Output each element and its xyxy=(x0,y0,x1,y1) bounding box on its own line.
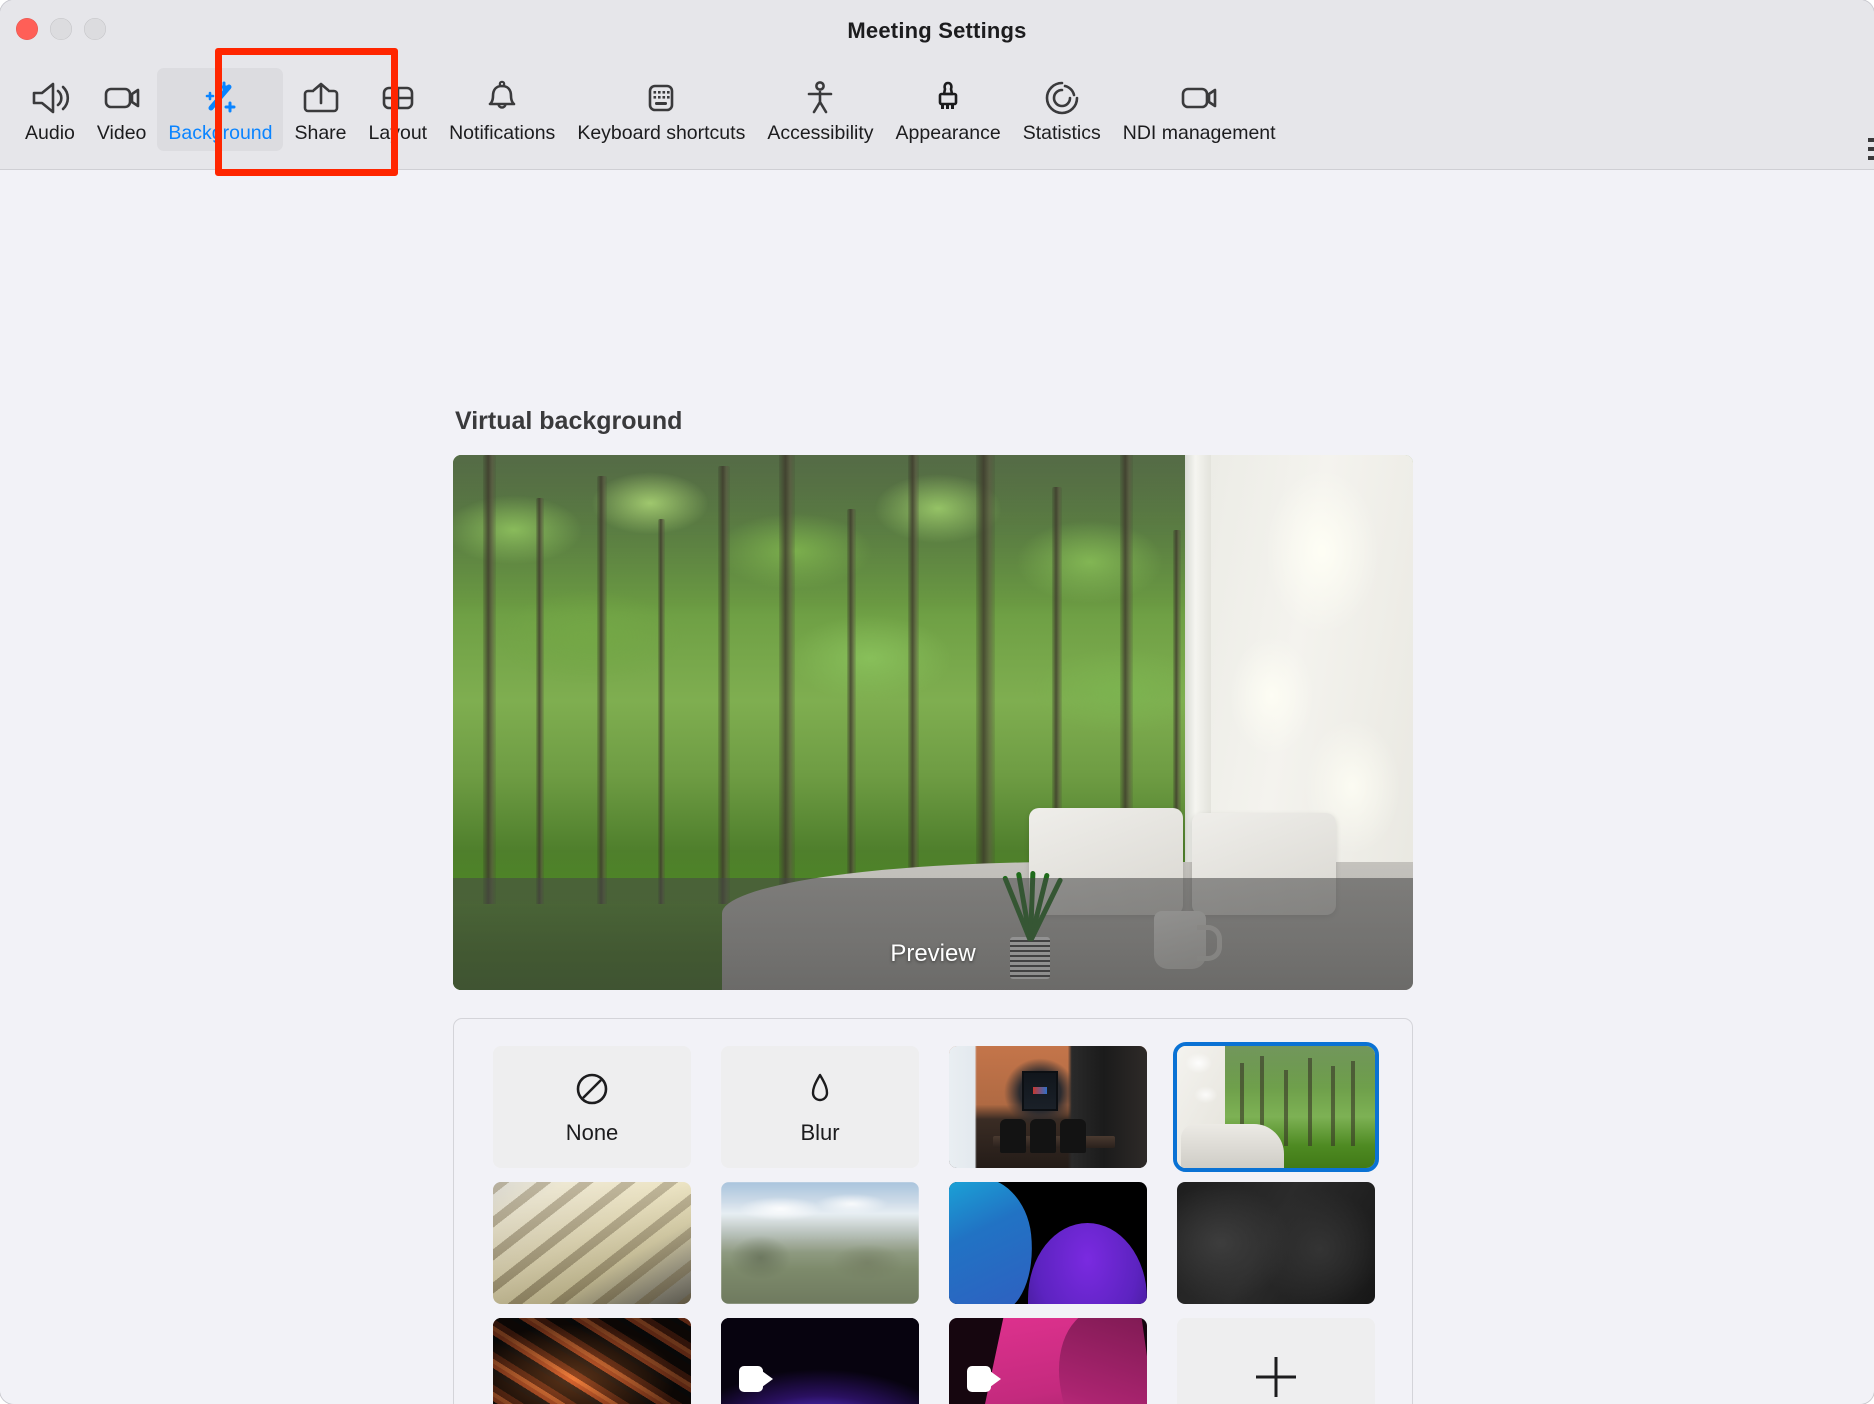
toolbar-item-statistics[interactable]: Statistics xyxy=(1012,68,1112,151)
background-options-panel: None Blur xyxy=(453,1018,1413,1404)
background-thumbnail-grid: None Blur xyxy=(493,1042,1379,1404)
background-option-blur[interactable]: Blur xyxy=(721,1046,919,1168)
toolbar-item-share[interactable]: Share xyxy=(283,68,357,151)
paintbrush-icon xyxy=(927,77,969,119)
background-option-dark-gray[interactable] xyxy=(1177,1182,1375,1304)
toolbar-item-notifications[interactable]: Notifications xyxy=(438,68,566,151)
toolbar-item-label: Layout xyxy=(368,122,428,144)
background-option-blue-purple[interactable] xyxy=(949,1182,1147,1304)
background-option-none[interactable]: None xyxy=(493,1046,691,1168)
toolbar-item-audio[interactable]: Audio xyxy=(14,68,86,151)
settings-toolbar: Audio Video Background Share Layout Noti… xyxy=(0,66,1874,170)
water-drop-icon xyxy=(800,1069,840,1114)
toolbar-item-label: Statistics xyxy=(1022,122,1101,144)
background-option-lava[interactable] xyxy=(493,1318,691,1404)
speaker-icon xyxy=(29,77,71,119)
share-upload-icon xyxy=(300,77,342,119)
page-title: Virtual background xyxy=(455,407,683,435)
toolbar-item-label: Audio xyxy=(25,122,75,144)
toolbar-item-label: Accessibility xyxy=(767,122,874,144)
background-option-night-purple[interactable] xyxy=(721,1318,919,1404)
background-option-label: Blur xyxy=(800,1119,840,1145)
no-entry-icon xyxy=(572,1069,612,1114)
toolbar-item-appearance[interactable]: Appearance xyxy=(885,68,1012,151)
background-option-pink-waves[interactable] xyxy=(949,1318,1147,1404)
toolbar-item-layout[interactable]: Layout xyxy=(358,68,439,151)
background-option-forest-room[interactable] xyxy=(1173,1042,1379,1172)
toolbar-item-label: NDI management xyxy=(1122,122,1276,144)
toolbar-item-label: Notifications xyxy=(449,122,556,144)
video-badge-icon xyxy=(739,1366,773,1392)
toolbar-item-accessibility[interactable]: Accessibility xyxy=(756,68,884,151)
toolbar-item-label: Background xyxy=(168,122,273,144)
window-edge-marker xyxy=(1868,138,1874,168)
background-option-mountain[interactable] xyxy=(721,1182,919,1304)
toolbar-item-background[interactable]: Background xyxy=(157,68,284,152)
magic-wand-icon xyxy=(199,77,241,119)
accessibility-icon xyxy=(799,77,841,119)
toolbar-item-label: Appearance xyxy=(895,122,1001,144)
keyboard-icon xyxy=(640,77,682,119)
donut-chart-icon xyxy=(1041,77,1083,119)
plus-icon xyxy=(1248,1349,1304,1404)
window-title: Meeting Settings xyxy=(847,18,1027,43)
video-camera-icon xyxy=(1178,77,1220,119)
background-option-office[interactable] xyxy=(949,1046,1147,1168)
grid-layout-icon xyxy=(377,77,419,119)
toolbar-item-label: Share xyxy=(294,122,347,144)
toolbar-item-label: Video xyxy=(96,122,147,144)
toolbar-item-keyboard-shortcuts[interactable]: Keyboard shortcuts xyxy=(566,68,756,151)
title-bar: Meeting Settings xyxy=(0,0,1874,66)
toolbar-item-ndi-management[interactable]: NDI management xyxy=(1112,68,1287,151)
preview-overlay-band xyxy=(453,877,1413,990)
toolbar-item-video[interactable]: Video xyxy=(86,68,158,151)
bell-icon xyxy=(481,77,523,119)
background-preview: Preview xyxy=(453,455,1413,990)
background-option-label: None xyxy=(565,1119,619,1145)
add-background-button[interactable] xyxy=(1177,1318,1375,1404)
meeting-settings-window: Meeting Settings Audio Video Background … xyxy=(0,0,1874,1404)
settings-content: Virtual background Preview None Blur xyxy=(0,170,1874,1404)
video-camera-icon xyxy=(101,77,143,119)
preview-label: Preview xyxy=(890,940,976,967)
toolbar-item-label: Keyboard shortcuts xyxy=(577,122,746,144)
video-badge-icon xyxy=(967,1366,1001,1392)
background-option-blinds[interactable] xyxy=(493,1182,691,1304)
